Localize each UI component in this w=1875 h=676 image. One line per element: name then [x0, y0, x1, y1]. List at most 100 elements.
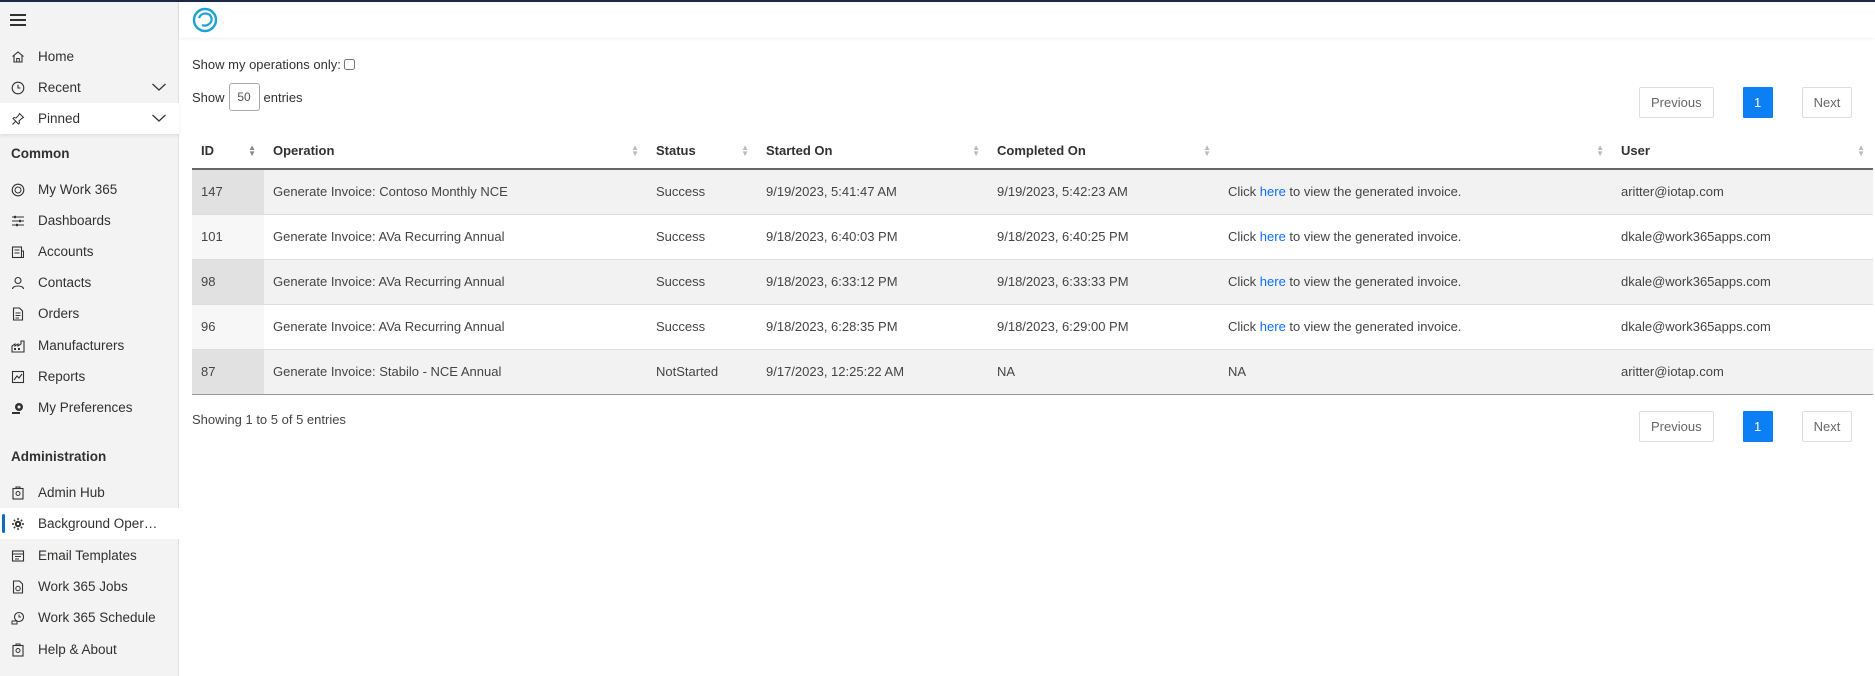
sidebar-item-help-about[interactable]: Help & About — [0, 634, 179, 665]
previous-button[interactable]: Previous — [1639, 411, 1714, 442]
cell-id: 101 — [192, 214, 264, 260]
sort-icon: ▲ ▼ — [741, 143, 749, 158]
sidebar-item-label: Background Operati... — [38, 516, 163, 531]
entries-count-select[interactable]: 50 — [228, 83, 260, 111]
clock-icon — [10, 80, 26, 96]
cell-user: dkale@work365apps.com — [1612, 259, 1873, 305]
cell-id: 147 — [192, 169, 264, 215]
sidebar-item-background-operations[interactable]: Background Operati... — [0, 508, 179, 539]
sidebar-item-dashboards[interactable]: Dashboards — [0, 205, 179, 236]
cell-details: Click here to view the generated invoice… — [1219, 304, 1612, 350]
sidebar: Home Recent Pinned Common My Work 365 Da… — [0, 2, 179, 676]
page-1-button[interactable]: 1 — [1742, 411, 1773, 442]
admin-icon — [10, 485, 26, 501]
page-1-button[interactable]: 1 — [1742, 87, 1773, 118]
schedule-icon — [10, 610, 26, 626]
entries-label: entries — [263, 89, 303, 105]
main-content: Show my operations only: Show 50 entries… — [179, 38, 1875, 676]
column-header-completed-on[interactable]: Completed On ▲ ▼ — [988, 133, 1219, 170]
cell-id: 98 — [192, 259, 264, 305]
view-invoice-link[interactable]: here — [1260, 229, 1286, 244]
sidebar-item-label: Reports — [38, 369, 86, 384]
show-my-operations-checkbox[interactable] — [343, 59, 355, 70]
chevron-down-icon[interactable] — [151, 80, 167, 97]
sidebar-item-label: Email Templates — [38, 548, 137, 563]
column-header-user[interactable]: User ▲ ▼ — [1612, 133, 1873, 170]
sidebar-item-home[interactable]: Home — [0, 41, 179, 72]
sidebar-item-recent[interactable]: Recent — [0, 72, 179, 103]
chevron-down-icon[interactable] — [151, 111, 167, 128]
app-logo-icon[interactable] — [192, 7, 218, 33]
table-info: Showing 1 to 5 of 5 entries — [192, 412, 346, 427]
sidebar-item-label: Contacts — [38, 275, 92, 290]
cell-details: Click here to view the generated invoice… — [1219, 214, 1612, 260]
sidebar-item-work-365-jobs[interactable]: Work 365 Jobs — [0, 571, 179, 602]
sidebar-item-reports[interactable]: Reports — [0, 361, 179, 392]
view-invoice-link[interactable]: here — [1260, 274, 1286, 289]
cell-status: Success — [647, 304, 757, 350]
cell-completed-on: 9/18/2023, 6:40:25 PM — [988, 214, 1219, 260]
sort-icon: ▲ ▼ — [631, 143, 639, 158]
sidebar-item-label: Accounts — [38, 244, 94, 259]
sidebar-item-label: Work 365 Schedule — [38, 610, 156, 625]
sidebar-item-label: Help & About — [38, 642, 117, 657]
column-header-operation[interactable]: Operation ▲ ▼ — [264, 133, 647, 170]
column-header-id[interactable]: ID ▲ ▼ — [192, 133, 264, 170]
show-my-operations-filter: Show my operations only: — [192, 57, 355, 72]
column-header-started-on[interactable]: Started On ▲ ▼ — [757, 133, 988, 170]
sidebar-item-my-work-365[interactable]: My Work 365 — [0, 174, 179, 205]
table-row: 96 Generate Invoice: AVa Recurring Annua… — [192, 304, 1873, 350]
column-header-status[interactable]: Status ▲ ▼ — [647, 133, 757, 170]
sidebar-item-orders[interactable]: Orders — [0, 298, 179, 329]
cell-completed-on: 9/18/2023, 6:33:33 PM — [988, 259, 1219, 305]
sort-icon: ▲ ▼ — [972, 143, 980, 158]
sidebar-item-admin-hub[interactable]: Admin Hub — [0, 477, 179, 508]
sidebar-item-label: Recent — [38, 80, 81, 95]
table-row: 147 Generate Invoice: Contoso Monthly NC… — [192, 169, 1873, 215]
sidebar-item-email-templates[interactable]: Email Templates — [0, 540, 179, 571]
sidebar-item-my-preferences[interactable]: My Preferences — [0, 392, 179, 423]
sidebar-item-label: Pinned — [38, 111, 81, 126]
sidebar-item-label: Work 365 Jobs — [38, 579, 128, 594]
sidebar-item-contacts[interactable]: Contacts — [0, 267, 179, 298]
view-invoice-link[interactable]: here — [1260, 184, 1286, 199]
view-invoice-link[interactable]: here — [1260, 319, 1286, 334]
cell-user: aritter@iotap.com — [1612, 169, 1873, 215]
show-my-operations-label: Show my operations only: — [192, 57, 341, 72]
pagination-top: Previous 1 Next — [1639, 87, 1853, 118]
sidebar-item-work-365-schedule[interactable]: Work 365 Schedule — [0, 602, 179, 633]
previous-button[interactable]: Previous — [1639, 87, 1714, 118]
sidebar-item-manufacturers[interactable]: Manufacturers — [0, 330, 179, 361]
hamburger-menu-icon[interactable] — [10, 14, 26, 28]
sidebar-item-label: Dashboards — [38, 213, 111, 228]
cell-details: NA — [1219, 349, 1612, 395]
help-icon — [10, 642, 26, 658]
sidebar-item-label: Orders — [38, 306, 80, 321]
cell-user: aritter@iotap.com — [1612, 349, 1873, 395]
column-header-details[interactable]: ▲ ▼ — [1219, 133, 1612, 170]
table-header-row: ID ▲ ▼ Operation ▲ ▼ Status ▲ ▼ Started On ▲ ▼ C… — [192, 133, 1873, 170]
cell-completed-on: NA — [988, 349, 1219, 395]
sort-icon: ▲ ▼ — [1857, 143, 1865, 158]
table-row: 87 Generate Invoice: Stabilo - NCE Annua… — [192, 349, 1873, 395]
cell-operation: Generate Invoice: AVa Recurring Annual — [264, 214, 647, 260]
cell-user: dkale@work365apps.com — [1612, 214, 1873, 260]
cell-status: Success — [647, 214, 757, 260]
next-button[interactable]: Next — [1801, 411, 1853, 442]
cell-started-on: 9/17/2023, 12:25:22 AM — [757, 349, 988, 395]
cell-completed-on: 9/19/2023, 5:42:23 AM — [988, 169, 1219, 215]
cell-operation: Generate Invoice: Contoso Monthly NCE — [264, 169, 647, 215]
sort-icon: ▲ ▼ — [1203, 143, 1211, 158]
document-icon — [10, 306, 26, 322]
sidebar-item-accounts[interactable]: Accounts — [0, 236, 179, 267]
cell-user: dkale@work365apps.com — [1612, 304, 1873, 350]
sidebar-item-label: My Preferences — [38, 400, 133, 415]
section-title-administration: Administration — [11, 449, 107, 464]
globe-icon — [10, 182, 26, 198]
sidebar-item-label: My Work 365 — [38, 182, 118, 197]
sidebar-item-pinned[interactable]: Pinned — [0, 103, 179, 134]
cell-details: Click here to view the generated invoice… — [1219, 169, 1612, 215]
sidebar-item-label: Home — [38, 49, 75, 64]
cell-operation: Generate Invoice: AVa Recurring Annual — [264, 304, 647, 350]
next-button[interactable]: Next — [1801, 87, 1853, 118]
